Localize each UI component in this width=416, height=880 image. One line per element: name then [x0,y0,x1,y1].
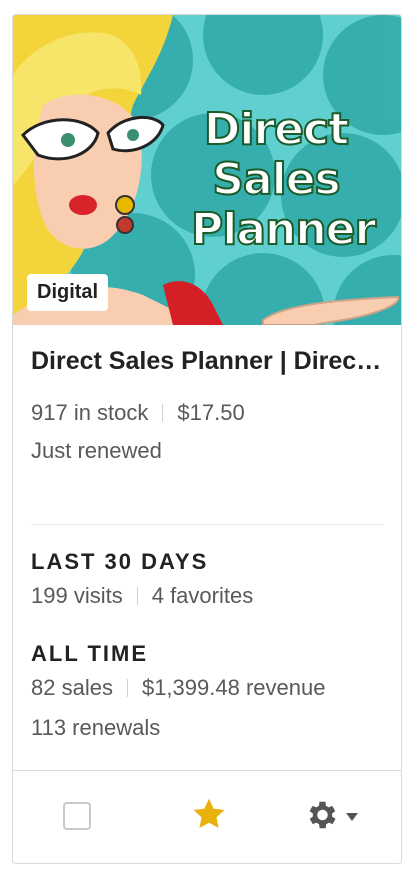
favorites-count: 4 favorites [151,583,254,608]
gear-menu[interactable] [303,797,359,838]
price: $17.50 [177,400,245,425]
digital-badge: Digital [27,274,109,311]
revenue-total: $1,399.48 revenue [141,675,326,700]
gear-icon [303,797,339,838]
all-time-stats: 82 sales $1,399.48 revenue [31,669,383,707]
divider [31,524,383,525]
renewal-status: Just renewed [31,438,162,463]
separator [136,587,138,605]
card-footer [13,770,401,863]
separator [162,404,164,422]
renewals-count: 113 renewals [31,715,161,740]
caret-down-icon [345,809,359,827]
last-30-days-stats: 199 visits 4 favorites [31,577,383,615]
select-checkbox[interactable] [63,802,91,830]
image-text-line: Direct [203,104,350,156]
all-time-heading: ALL TIME [31,641,149,666]
image-text-line: Sales [211,154,342,206]
last-30-days-heading: LAST 30 DAYS [31,549,209,574]
listing-title[interactable]: Direct Sales Planner | Direct Sales Plan… [31,347,383,376]
image-overlay-text: Direct Sales Planner [190,104,377,256]
image-text-line: Planner [190,204,377,256]
separator [126,679,128,697]
star-icon[interactable] [191,796,227,837]
listing-card: Direct Sales Planner Digital Direct Sale… [12,14,402,864]
listing-meta: 917 in stock $17.50 Just renewed [31,394,383,470]
stock-count: 917 in stock [31,400,149,425]
visits-count: 199 visits [31,583,123,608]
sales-count: 82 sales [31,675,113,700]
listing-thumbnail[interactable]: Direct Sales Planner Digital [13,15,401,325]
